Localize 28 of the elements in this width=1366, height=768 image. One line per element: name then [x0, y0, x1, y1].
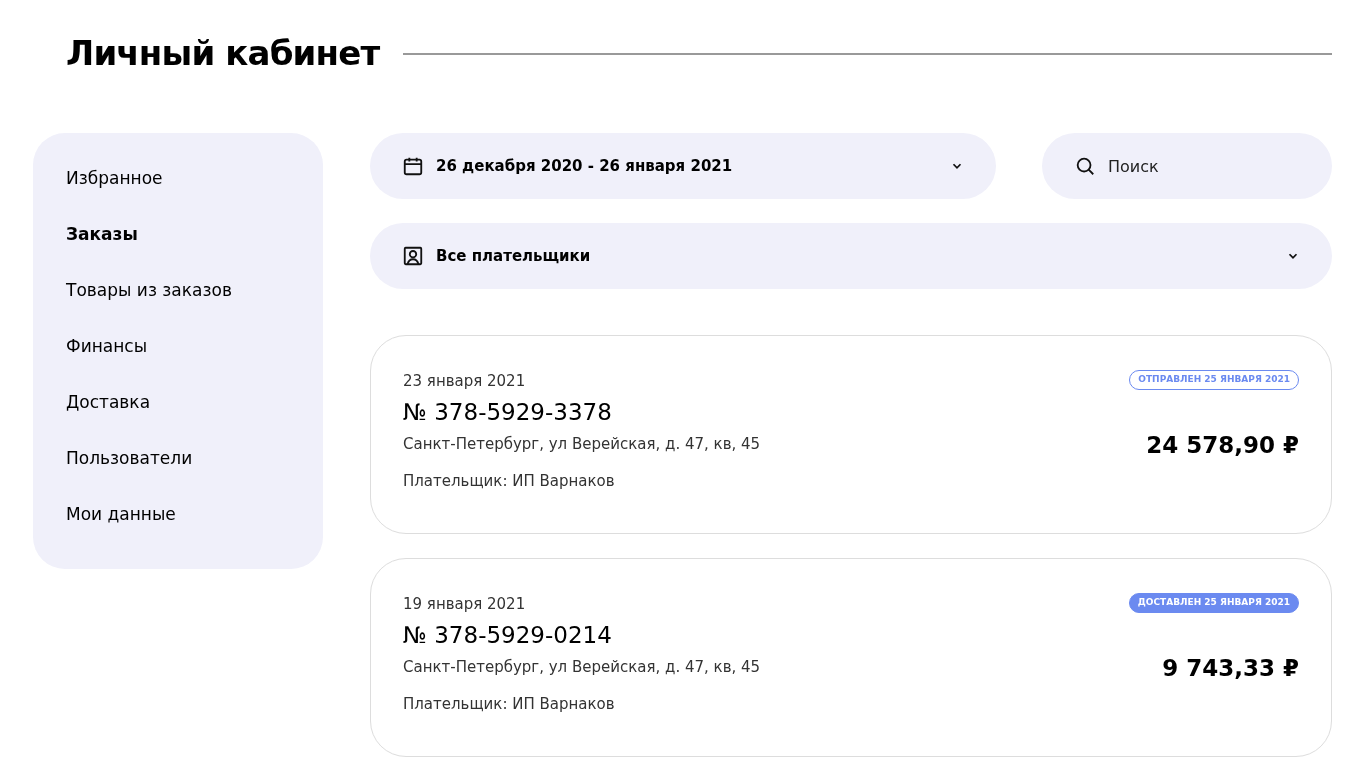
calendar-icon	[402, 155, 424, 177]
order-date: 23 января 2021	[403, 371, 527, 392]
order-address: Санкт-Петербург, ул Верейская, д. 47, кв, 45	[403, 657, 761, 678]
status-badge: ОТПРАВЛЕН 25 ЯНВАРЯ 2021	[1129, 370, 1299, 390]
payer-dropdown[interactable]: Все плательщики	[370, 223, 1332, 289]
sidebar-item[interactable]: Товары из заказов	[66, 279, 232, 302]
sidebar-item[interactable]: Мои данные	[66, 503, 176, 526]
order-payer: Плательщик: ИП Варнаков	[403, 693, 616, 715]
sidebar-item[interactable]: Доставка	[66, 391, 151, 414]
page-title: Личный кабинет	[66, 32, 380, 75]
order-number: № 378-5929-0214	[403, 620, 613, 650]
order-card[interactable]: 23 января 2021 № 378-5929-3378 Санкт-Петербург, ул Верейская, д. 47, кв, 45 Плательщик: ИП Варнаков ОТПРАВЛЕН 25 ЯНВАРЯ 2021 24 578,90 ₽	[370, 335, 1332, 534]
sidebar-item[interactable]: Избранное	[66, 167, 163, 190]
order-address: Санкт-Петербург, ул Верейская, д. 47, кв, 45	[403, 434, 761, 455]
sidebar-item[interactable]: Финансы	[66, 335, 148, 358]
order-payer: Плательщик: ИП Варнаков	[403, 470, 616, 492]
status-badge: ДОСТАВЛЕН 25 ЯНВАРЯ 2021	[1128, 593, 1299, 613]
user-icon	[402, 245, 424, 267]
date-range-dropdown[interactable]: 26 декабря 2020 - 26 января 2021	[370, 133, 996, 199]
order-total: 9 743,33 ₽	[1162, 653, 1299, 683]
order-total: 24 578,90 ₽	[1146, 430, 1299, 460]
order-card[interactable]: 19 января 2021 № 378-5929-0214 Санкт-Петербург, ул Верейская, д. 47, кв, 45 Плательщик: ИП Варнаков ДОСТАВЛЕН 25 ЯНВАРЯ 2021 9 743,33 ₽	[370, 558, 1332, 757]
order-number: № 378-5929-3378	[403, 397, 613, 427]
search-icon	[1074, 155, 1096, 177]
search-field[interactable]: Поиск	[1042, 133, 1332, 199]
sidebar-item[interactable]: Пользователи	[66, 447, 193, 470]
order-date: 19 января 2021	[403, 594, 527, 615]
sidebar-item[interactable]: Заказы	[66, 223, 138, 246]
